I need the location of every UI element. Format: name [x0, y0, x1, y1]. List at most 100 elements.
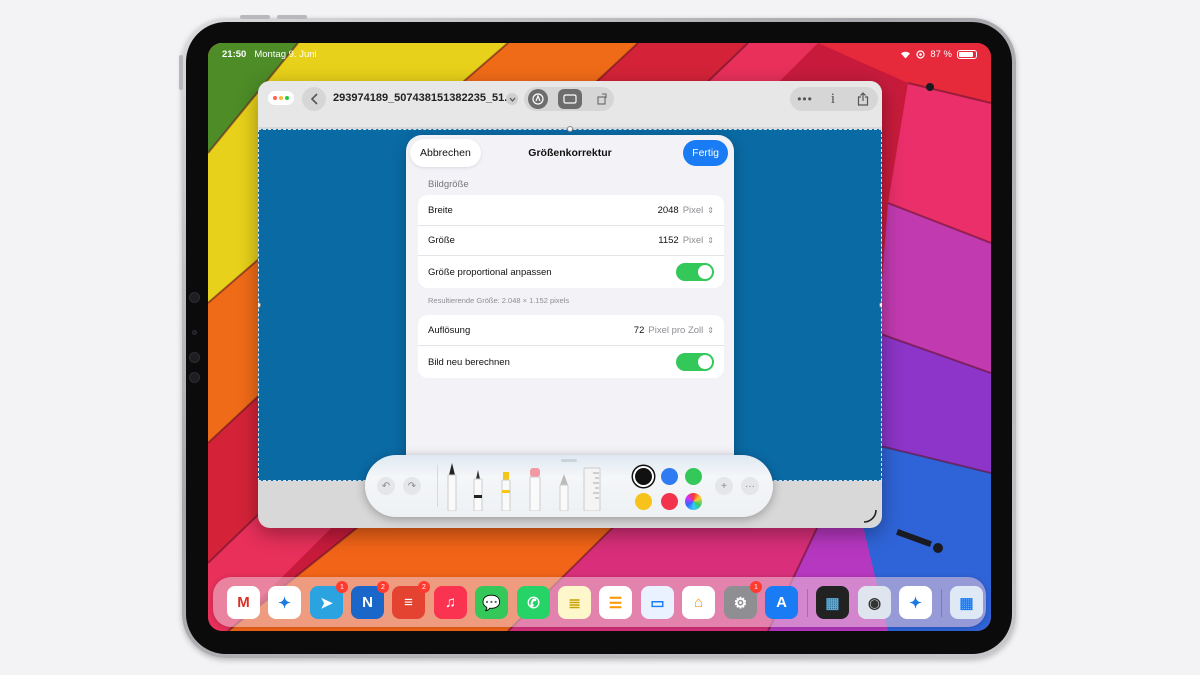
dock-app-notizen[interactable]: ≣ — [558, 586, 591, 619]
toggle-knob — [698, 355, 712, 369]
width-stepper-icon[interactable]: ⇕ — [707, 206, 714, 215]
more-button[interactable]: ••• — [796, 90, 814, 108]
app-icon: M — [237, 594, 250, 611]
wifi-icon — [901, 51, 911, 58]
dock-app-todoist[interactable]: ≡ 2 — [392, 581, 430, 619]
selection-handle-top[interactable] — [567, 126, 573, 132]
info-button[interactable]: i — [824, 89, 842, 109]
battery-percentage: 87 % — [930, 48, 952, 60]
dock-app-netnewswire[interactable]: N2 — [351, 581, 389, 619]
title-chevron-icon — [509, 97, 515, 102]
resolution-value-group[interactable]: 72 Pixel pro Zoll ⇕ — [634, 325, 714, 336]
app-badge: 1 — [750, 581, 762, 593]
app-icon: ✦ — [909, 594, 922, 612]
resolution-stepper-icon[interactable]: ⇕ — [707, 326, 714, 335]
dock-app-einstellungen[interactable]: ⚙ 1 — [724, 581, 762, 619]
marker-tool-icon[interactable] — [499, 471, 513, 511]
share-button[interactable] — [854, 89, 872, 109]
fineliner-tool-icon[interactable] — [471, 469, 485, 511]
pen-tool-icon[interactable] — [445, 461, 459, 511]
app-icon: ✆ — [527, 594, 540, 612]
dock-app-whatsapp[interactable]: ✆ — [517, 586, 550, 619]
app-icon: ⌂ — [693, 594, 704, 611]
height-label: Größe — [428, 235, 455, 246]
app-icon: ◉ — [867, 594, 882, 612]
camera-dot-4 — [189, 372, 200, 383]
top-button-2 — [277, 15, 307, 19]
pencil-tool-icon[interactable] — [557, 473, 571, 511]
dock-app-home[interactable]: ⌂ — [682, 586, 715, 619]
toggle-knob — [698, 265, 712, 279]
status-time: 21:50 — [222, 48, 247, 60]
app-badge: 2 — [377, 581, 389, 593]
dock-app-musik[interactable]: ♫ — [434, 586, 467, 619]
color-swatch[interactable] — [661, 468, 678, 485]
color-swatch[interactable] — [635, 468, 652, 485]
result-size-note: Resultierende Größe: 2.048 × 1.152 pixel… — [428, 296, 570, 305]
width-row[interactable]: Breite 2048 Pixel ⇕ — [418, 195, 724, 225]
resample-label: Bild neu berechnen — [428, 356, 510, 368]
done-button[interactable]: Fertig — [683, 140, 728, 166]
title-menu-button[interactable] — [506, 93, 518, 105]
share-icon — [857, 92, 869, 106]
height-value[interactable]: 1152 — [658, 235, 678, 246]
status-right: 87 % — [900, 49, 977, 60]
width-unit: Pixel — [682, 204, 704, 216]
palette-grabber[interactable] — [561, 459, 577, 462]
back-button[interactable] — [302, 87, 326, 111]
dock-app-dateien[interactable]: ▭ — [641, 586, 674, 619]
dock-app-screens[interactable]: ▦ — [816, 586, 849, 619]
section-label: Bildgröße — [428, 179, 469, 190]
resample-toggle[interactable] — [676, 353, 714, 371]
dock-app-nachrichten[interactable]: 💬 — [475, 586, 508, 619]
dock-app-safari[interactable]: ✦ — [268, 586, 301, 619]
resample-row: Bild neu berechnen — [418, 345, 724, 378]
height-value-group[interactable]: 1152 Pixel ⇕ — [658, 235, 714, 246]
dock-app-safari[interactable]: ✦ — [899, 586, 932, 619]
undo-icon: ↶ — [381, 480, 391, 492]
dock-app-terminal[interactable]: ◉ — [858, 586, 891, 619]
app-icon: ≡ — [404, 594, 413, 611]
maximize-dot-icon[interactable] — [285, 96, 289, 100]
dock-app-gmail[interactable]: M — [227, 586, 260, 619]
resolution-row[interactable]: Auflösung 72 Pixel pro Zoll ⇕ — [418, 315, 724, 345]
dock-app-erinnerungen[interactable]: ☰ — [599, 586, 632, 619]
color-swatch[interactable] — [635, 493, 652, 510]
palette-more-button[interactable]: ··· — [741, 477, 759, 495]
selection-handle-right[interactable] — [879, 302, 882, 308]
width-value[interactable]: 2048 — [658, 205, 679, 216]
minimize-dot-icon[interactable] — [279, 96, 283, 100]
dock-separator — [941, 589, 942, 617]
undo-button[interactable]: ↶ — [377, 477, 395, 495]
crop-button[interactable] — [558, 89, 582, 109]
close-dot-icon[interactable] — [273, 96, 277, 100]
dock-app-telegram[interactable]: ➤ 1 — [310, 581, 348, 619]
proportional-toggle[interactable] — [676, 263, 714, 281]
dock-app-app-store[interactable]: A — [765, 586, 798, 619]
resolution-group: Auflösung 72 Pixel pro Zoll ⇕ Bild neu b… — [418, 315, 724, 378]
color-swatch[interactable] — [685, 468, 702, 485]
redo-button[interactable]: ↷ — [403, 477, 421, 495]
app-badge: 1 — [336, 581, 348, 593]
ruler-tool-icon[interactable] — [583, 467, 601, 511]
dock-app-app-mediathek[interactable]: ▦ — [950, 586, 983, 619]
crop-icon — [563, 94, 577, 104]
app-icon: ▭ — [650, 594, 665, 612]
add-button[interactable]: + — [715, 477, 733, 495]
resolution-value[interactable]: 72 — [634, 325, 645, 336]
document-title[interactable]: 293974189_507438151382235_51... — [333, 92, 513, 104]
window-toolbar: 293974189_507438151382235_51... ••• i — [258, 81, 882, 127]
proportional-row: Größe proportional anpassen — [418, 255, 724, 288]
window-controls[interactable] — [268, 91, 294, 105]
more-icon: ••• — [797, 92, 813, 106]
width-value-group[interactable]: 2048 Pixel ⇕ — [658, 205, 714, 216]
height-row[interactable]: Größe 1152 Pixel ⇕ — [418, 225, 724, 255]
markup-button[interactable] — [528, 89, 548, 109]
color-picker-icon[interactable] — [685, 493, 702, 510]
rotate-button[interactable] — [594, 91, 610, 107]
size-dialog: Abbrechen Größenkorrektur Fertig Bildgrö… — [406, 135, 734, 475]
color-swatch[interactable] — [661, 493, 678, 510]
resize-corner-icon[interactable] — [862, 508, 878, 524]
eraser-tool-icon[interactable] — [527, 467, 543, 511]
height-stepper-icon[interactable]: ⇕ — [707, 236, 714, 245]
